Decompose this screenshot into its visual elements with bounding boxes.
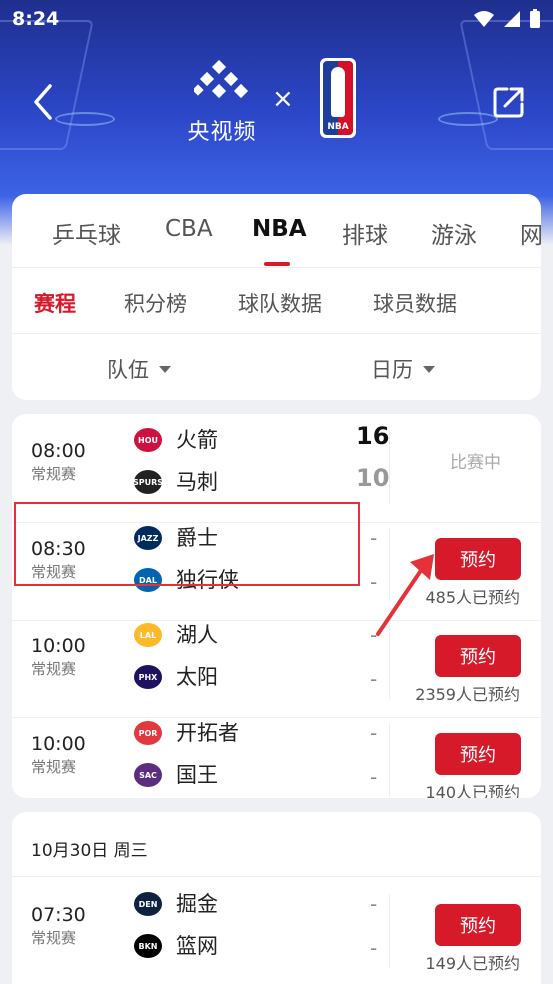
caret-down-icon <box>423 365 435 373</box>
nba-logo-text: NBA <box>327 122 349 132</box>
game-type: 常规赛 <box>31 465 77 483</box>
away-team-logo: SPURS <box>133 470 163 494</box>
status-bar: 8:24 <box>0 0 553 38</box>
active-tab-indicator <box>264 262 290 266</box>
home-score: - <box>370 721 378 745</box>
tab-team-stats[interactable]: 球队数据 <box>238 288 322 318</box>
away-team-name[interactable]: 马刺 <box>176 466 218 496</box>
team-filter-label: 队伍 <box>107 358 149 382</box>
nba-logo-silhouette-icon <box>331 67 345 117</box>
tab-volleyball[interactable]: 排球 <box>342 216 388 250</box>
games-list-card-next-day: 10月30日 周三 07:30 常规赛 DEN 掘金 BKN 篮网 - - 预约… <box>12 812 541 984</box>
away-team-name[interactable]: 国王 <box>176 759 218 789</box>
status-time: 8:24 <box>12 8 60 30</box>
caret-down-icon <box>159 365 171 373</box>
signal-icon <box>504 11 520 27</box>
game-type: 常规赛 <box>31 758 77 776</box>
filter-row: 队伍 日历 <box>12 334 541 400</box>
home-team-logo: POR <box>134 721 162 745</box>
away-team-logo: SAC <box>134 763 162 787</box>
tab-schedule[interactable]: 赛程 <box>34 288 76 318</box>
home-team-name[interactable]: 掘金 <box>176 888 218 918</box>
sport-tabs: 乒乓球 CBA NBA 排球 游泳 网 <box>12 194 541 268</box>
home-team-name[interactable]: 火箭 <box>176 424 218 454</box>
home-team-logo: HOU <box>134 428 162 452</box>
divider <box>12 876 541 877</box>
date-header: 10月30日 周三 <box>31 841 148 861</box>
away-team-logo: BKN <box>134 934 162 958</box>
home-team-logo: LAL <box>134 623 162 647</box>
home-team-name[interactable]: 开拓者 <box>176 717 239 747</box>
reservation-count: 140人已预约 <box>425 783 520 798</box>
game-row[interactable]: 07:30 常规赛 DEN 掘金 BKN 篮网 - - 预约 149人已预约 <box>12 890 541 984</box>
reserve-button[interactable]: 预约 <box>435 733 521 775</box>
brand-name: 央视频 <box>187 120 257 145</box>
cctv-video-logo-icon <box>192 59 249 99</box>
reserve-button[interactable]: 预约 <box>435 635 521 677</box>
top-bar: 央视频 × NBA <box>0 50 553 150</box>
annotation-arrow-icon <box>376 554 434 636</box>
tab-tennis[interactable]: 网 <box>520 216 541 250</box>
game-type: 常规赛 <box>31 660 77 678</box>
away-team-name[interactable]: 篮网 <box>176 930 218 960</box>
team-filter-dropdown[interactable]: 队伍 <box>107 354 171 384</box>
nba-logo: NBA <box>320 58 356 138</box>
calendar-filter-label: 日历 <box>371 358 413 382</box>
home-team-name[interactable]: 湖人 <box>176 619 218 649</box>
game-time: 10:00 <box>31 733 86 755</box>
home-team-logo: DEN <box>134 892 162 916</box>
tab-nba[interactable]: NBA <box>252 216 307 242</box>
game-row[interactable]: 10:00 常规赛 POR 开拓者 SAC 国王 - - 预约 140人已预约 <box>12 719 541 798</box>
away-team-name[interactable]: 太阳 <box>176 661 218 691</box>
home-score: 16 <box>356 422 390 450</box>
calendar-filter-dropdown[interactable]: 日历 <box>371 354 435 384</box>
home-score: - <box>370 526 378 550</box>
game-type: 常规赛 <box>31 929 77 947</box>
status-icons <box>473 9 541 29</box>
highlight-annotation-box <box>14 502 360 586</box>
share-icon[interactable] <box>491 84 527 120</box>
reserve-button[interactable]: 预约 <box>435 904 521 946</box>
reserve-button[interactable]: 预约 <box>435 538 521 580</box>
tab-standings[interactable]: 积分榜 <box>124 288 187 318</box>
game-time: 08:00 <box>31 440 86 462</box>
tab-table-tennis[interactable]: 乒乓球 <box>52 216 121 250</box>
tab-swimming[interactable]: 游泳 <box>431 216 477 250</box>
sub-tabs: 赛程 积分榜 球队数据 球员数据 <box>12 268 541 334</box>
game-time: 07:30 <box>31 904 86 926</box>
tab-cba[interactable]: CBA <box>165 216 213 242</box>
cctv-video-brand: 央视频 <box>182 59 262 146</box>
reservation-count: 2359人已预约 <box>415 685 520 704</box>
reservation-count: 149人已预约 <box>425 954 520 973</box>
away-score: 10 <box>356 464 390 492</box>
game-time: 10:00 <box>31 635 86 657</box>
game-row[interactable]: 10:00 常规赛 LAL 湖人 PHX 太阳 - - 预约 2359人已预约 <box>12 621 541 718</box>
home-score: - <box>370 892 378 916</box>
game-status: 比赛中 <box>450 453 501 473</box>
battery-icon <box>530 9 540 28</box>
away-team-logo: PHX <box>134 665 162 689</box>
navigation-card: 乒乓球 CBA NBA 排球 游泳 网 赛程 积分榜 球队数据 球员数据 队伍 … <box>12 194 541 400</box>
back-icon[interactable] <box>26 82 62 122</box>
tab-player-stats[interactable]: 球员数据 <box>373 288 457 318</box>
wifi-icon <box>474 11 494 27</box>
cross-sign: × <box>272 84 294 114</box>
games-list-card: 08:00 常规赛 HOU 火箭 SPURS 马刺 16 10 比赛中 08:3… <box>12 414 541 798</box>
